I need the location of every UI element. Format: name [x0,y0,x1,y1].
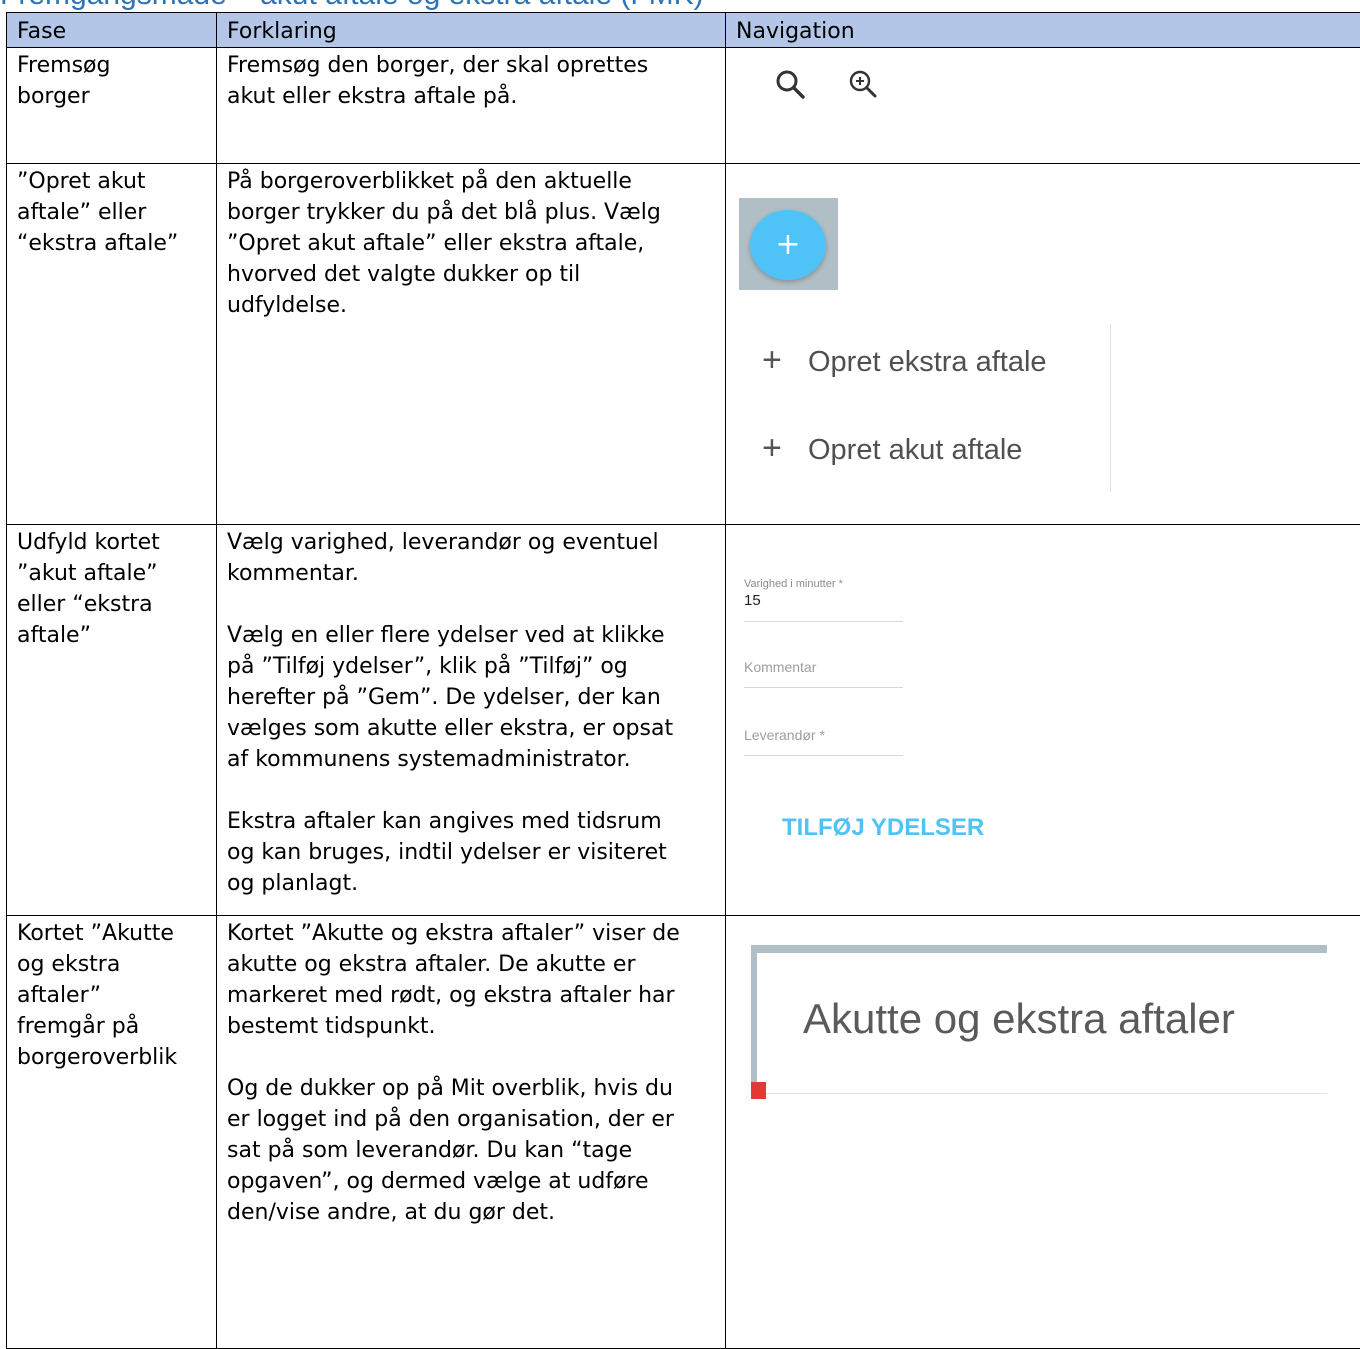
duration-field[interactable]: Varighed i minutter * 15 [744,577,903,622]
header-phase: Fase [7,13,217,48]
add-fab-button[interactable]: + [750,210,826,280]
urgent-marker [751,1082,766,1099]
fab-screenshot: + [739,198,838,290]
zoom-in-icon[interactable] [847,68,881,102]
table-row: Kortet ”Akutte og ekstra aftaler” fremgå… [7,916,1360,1349]
create-urgent-appointment-item[interactable]: +Opret akut aftale [762,428,1022,468]
table-row: ”Opret akut aftale” eller “ekstra aftale… [7,164,1360,525]
phase-cell: ”Opret akut aftale” eller “ekstra aftale… [7,164,217,525]
navigation-cell: Varighed i minutter * 15 Kommentar Lever… [726,525,1360,916]
navigation-cell: Akutte og ekstra aftaler [726,916,1360,1349]
search-icon[interactable] [774,68,808,102]
comment-label: Kommentar [744,657,903,677]
card-divider [757,1093,1327,1094]
menu-item-label: Opret akut aftale [808,434,1022,466]
explanation-cell: På borgeroverblikket på den aktuelle bor… [217,164,726,525]
plus-icon: + [762,428,808,468]
header-explanation: Forklaring [217,13,726,48]
appointments-card: Akutte og ekstra aftaler [757,953,1327,1099]
header-navigation: Navigation [726,13,1360,48]
table-row: Udfyld kortet ”akut aftale” eller “ekstr… [7,525,1360,916]
phase-cell: Kortet ”Akutte og ekstra aftaler” fremgå… [7,916,217,1349]
plus-icon: + [762,340,808,380]
navigation-cell [726,48,1360,164]
provider-field[interactable]: Leverandør * [744,725,903,756]
appointments-card-screenshot: Akutte og ekstra aftaler [751,945,1327,1099]
section-heading: Fremgangsmåde – akut aftale og ekstra af… [0,0,704,12]
table-row: Fremsøg borger Fremsøg den borger, der s… [7,48,1360,164]
duration-label: Varighed i minutter * [744,577,903,591]
comment-field[interactable]: Kommentar [744,657,903,688]
explanation-cell: Vælg varighed, leverandør og eventuel ko… [217,525,726,916]
provider-label: Leverandør * [744,725,903,745]
menu-divider [1110,324,1111,492]
phase-cell: Fremsøg borger [7,48,217,164]
phase-cell: Udfyld kortet ”akut aftale” eller “ekstr… [7,525,217,916]
card-title: Akutte og ekstra aftaler [803,993,1235,1045]
explanation-cell: Fremsøg den borger, der skal oprettes ak… [217,48,726,164]
menu-item-label: Opret ekstra aftale [808,346,1047,378]
procedure-table: Fase Forklaring Navigation Fremsøg borge… [6,12,1360,1349]
add-services-button[interactable]: TILFØJ YDELSER [782,813,984,843]
table-header-row: Fase Forklaring Navigation [7,13,1360,48]
explanation-cell: Kortet ”Akutte og ekstra aftaler” viser … [217,916,726,1349]
navigation-cell: + +Opret ekstra aftale +Opret akut aftal… [726,164,1360,525]
duration-value: 15 [744,591,903,611]
create-extra-appointment-item[interactable]: +Opret ekstra aftale [762,340,1047,380]
